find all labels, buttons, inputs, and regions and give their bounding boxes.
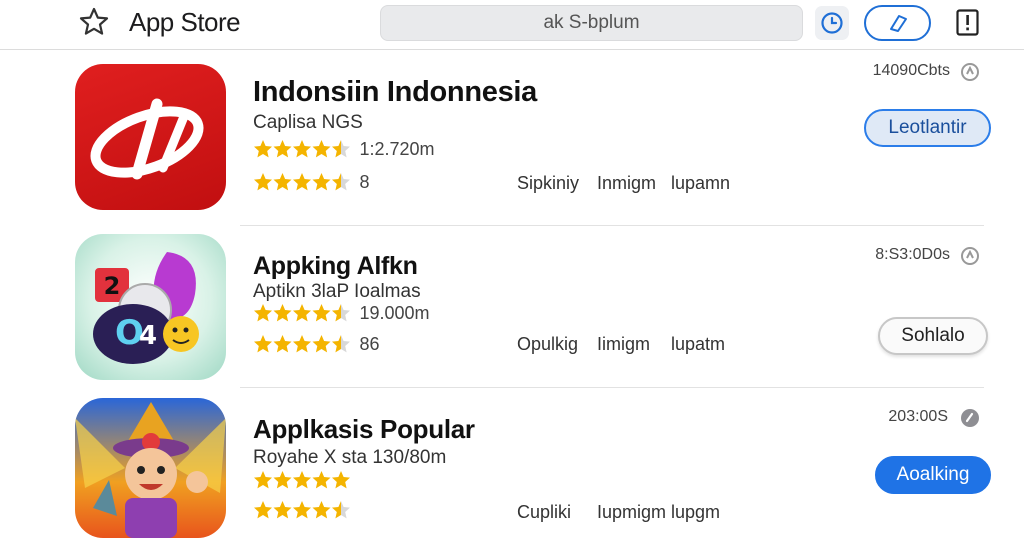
stat-3: lupgm <box>671 502 721 522</box>
star-icon <box>273 471 292 489</box>
app-subtitle: Caplisa NGS <box>253 112 363 133</box>
star-icon <box>293 335 311 353</box>
star-icon <box>293 304 311 322</box>
game-logo-icon: 2 O 4 <box>93 252 199 364</box>
list-item[interactable]: Indonsiin Indonnesia Caplisa NGS 1:2.720… <box>0 52 1024 226</box>
get-button[interactable]: Sohlalo <box>878 317 988 355</box>
app-size: 203:00S <box>888 408 948 425</box>
app-name[interactable]: Applkasis Popular <box>253 414 475 445</box>
stat-2: Iimigm <box>597 334 650 354</box>
download-cloud-icon[interactable] <box>960 408 980 428</box>
star-icon <box>312 471 331 489</box>
star-icon <box>254 140 272 158</box>
list-item[interactable]: Applkasis Popular Royahe X sta 130/80m C… <box>0 388 1024 538</box>
rating-count: 1:2.720m <box>359 139 435 159</box>
get-button[interactable]: Leotlantir <box>864 109 991 147</box>
star-icon <box>254 173 272 191</box>
star-icon <box>332 501 350 519</box>
app-name[interactable]: Indonsiin Indonnesia <box>253 76 537 109</box>
star-icon <box>332 173 350 191</box>
list-item[interactable]: 2 O 4 Appking Alfkn Aptikn 3laP Ioalmas … <box>0 226 1024 388</box>
stat-2: Iupmigm <box>597 502 667 522</box>
star-rating-icons <box>254 173 350 191</box>
app-title: App Store <box>129 7 241 37</box>
svg-text:4: 4 <box>139 321 157 351</box>
star-icon <box>312 304 331 322</box>
rating-count: 19.000m <box>359 303 430 323</box>
wizard-character-icon <box>75 402 226 538</box>
get-button[interactable]: Aoalking <box>875 456 991 494</box>
app-subtitle: Royahe X sta 130/80m <box>253 447 447 468</box>
rating-short: 86 <box>359 334 380 354</box>
star-icon <box>254 471 272 489</box>
star-icon <box>332 335 350 353</box>
star-icon[interactable] <box>78 6 110 38</box>
rating-stars-secondary: 86 <box>253 334 379 354</box>
rating-stars-secondary <box>253 500 351 520</box>
stat-1: Cupliki <box>517 502 572 522</box>
app-size: 14090Cbts <box>872 62 950 79</box>
star-rating-icons <box>254 501 350 519</box>
app-name[interactable]: Appking Alfkn <box>253 252 418 281</box>
top-bar: App Store ak S-bplum <box>0 0 1024 50</box>
app-icon-red[interactable] <box>75 64 226 210</box>
search-input[interactable]: ak S-bplum <box>380 5 803 41</box>
star-icon <box>293 471 311 489</box>
stat-3: lupamn <box>671 173 731 193</box>
stat-1: Opulkig <box>517 334 579 354</box>
star-icon <box>273 140 292 158</box>
star-icon <box>254 304 272 322</box>
rating-short: 8 <box>359 172 370 192</box>
clock-icon <box>821 12 843 34</box>
star-rating-icons <box>254 335 350 353</box>
info-icon[interactable] <box>956 9 979 36</box>
swoosh-logo-icon <box>90 98 204 180</box>
star-icon <box>273 335 292 353</box>
star-icon <box>273 304 292 322</box>
star-rating-icons <box>254 471 350 489</box>
rating-stars: 1:2.720m <box>253 139 435 159</box>
star-icon <box>254 501 272 519</box>
app-icon-wizard[interactable] <box>75 398 226 538</box>
star-rating-icons <box>254 140 350 158</box>
stat-2: Inmigm <box>597 173 657 193</box>
rating-stars: 19.000m <box>253 303 430 323</box>
tag-icon <box>890 15 907 32</box>
star-rating-icons <box>254 304 350 322</box>
star-icon <box>293 140 311 158</box>
star-icon <box>312 140 331 158</box>
star-icon <box>312 335 331 353</box>
star-icon <box>332 304 350 322</box>
star-icon <box>293 501 311 519</box>
star-icon <box>332 471 350 489</box>
stat-3: lupatm <box>671 334 726 354</box>
stat-1: Sipkiniy <box>517 173 580 193</box>
star-icon <box>332 140 350 158</box>
star-icon <box>273 501 292 519</box>
app-size: 8:S3:0D0s <box>875 246 950 263</box>
history-button[interactable] <box>815 6 849 40</box>
star-icon <box>312 501 331 519</box>
app-icon-game[interactable]: 2 O 4 <box>75 234 226 380</box>
rating-stars <box>253 470 351 490</box>
star-icon <box>254 335 272 353</box>
download-cloud-icon[interactable] <box>960 246 980 266</box>
download-cloud-icon[interactable] <box>960 62 980 82</box>
svg-text:2: 2 <box>104 272 121 300</box>
tag-button[interactable] <box>864 5 931 41</box>
rating-stars-secondary: 8 <box>253 172 369 192</box>
star-icon <box>293 173 311 191</box>
app-subtitle: Aptikn 3laP Ioalmas <box>253 281 421 302</box>
star-icon <box>273 173 292 191</box>
star-icon <box>312 173 331 191</box>
